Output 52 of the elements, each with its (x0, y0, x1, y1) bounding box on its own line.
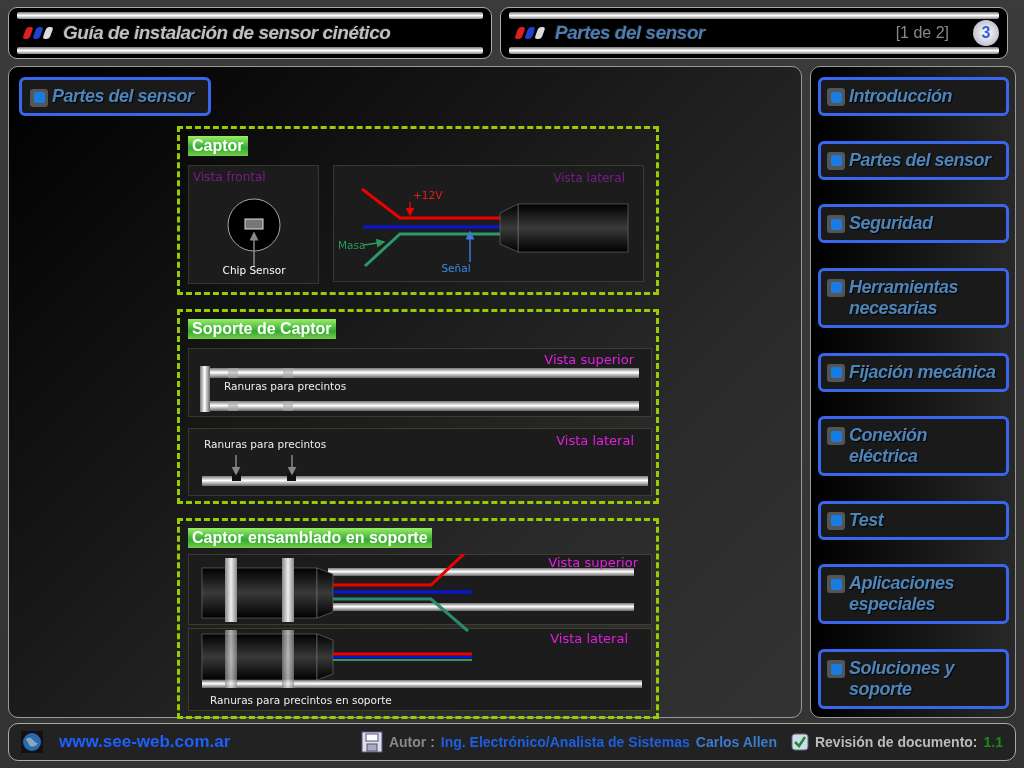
stripes-icon (513, 26, 547, 40)
view-label: Vista superior (548, 555, 638, 570)
square-icon (827, 363, 845, 382)
callout-label: Ranuras para precintos (224, 380, 347, 392)
sidebar-item[interactable]: Aplicaciones especiales (818, 564, 1009, 625)
slide-title: Partes del sensor (555, 20, 705, 45)
wire-label: +12V (413, 189, 443, 201)
stripes-icon (21, 26, 55, 40)
diagram-title: Soporte de Captor (188, 319, 336, 339)
wire-label: Señal (441, 262, 471, 274)
sidebar-item[interactable]: Fijación mecánica (818, 352, 1009, 392)
author-label: Autor : (388, 732, 435, 752)
author-name: Carlos Allen (695, 732, 777, 752)
square-icon (827, 427, 845, 446)
view-label: Vista lateral (550, 631, 628, 646)
checkmark-icon (790, 733, 809, 751)
square-icon (827, 278, 845, 297)
revision-label: Revisión de documento: (814, 732, 978, 752)
view-label: Vista lateral (556, 433, 634, 448)
sidebar-item[interactable]: Soluciones y soporte (818, 649, 1009, 709)
square-icon (827, 88, 845, 106)
view-label: Vista superior (544, 352, 634, 367)
callout-label: Ranuras para precintos (204, 438, 327, 450)
floppy-icon (360, 731, 383, 753)
square-icon (30, 88, 48, 107)
revision-number: 1.1 (983, 732, 1003, 752)
square-icon (827, 511, 845, 530)
page-indicator: [1 de 2] (895, 23, 949, 43)
slide-number: 3 (973, 20, 999, 46)
callout-label: Ranuras para precintos en soporte (210, 694, 392, 706)
view-label: Vista frontal (193, 170, 266, 184)
view-label: Vista lateral (553, 171, 625, 185)
sensor-front-drawing (227, 198, 281, 267)
sidebar-item[interactable]: Seguridad (818, 204, 1009, 244)
diagram-title: Captor ensamblado en soporte (188, 528, 432, 548)
diagram-title: Captor (188, 136, 248, 156)
square-icon (827, 660, 845, 678)
document-title: Guía de instalación de sensor cinético (63, 20, 391, 45)
sidebar-item[interactable]: Test (818, 500, 1009, 540)
sidebar-item[interactable]: Conexión eléctrica (818, 416, 1009, 477)
sidebar-item[interactable]: Introducción (818, 77, 1009, 116)
square-icon (827, 151, 845, 170)
globe-icon (21, 731, 43, 753)
sidebar-item[interactable]: Herramientas necesarias (818, 267, 1009, 328)
square-icon (827, 215, 845, 234)
callout-label: Chip Sensor (222, 264, 286, 276)
author-role: Ing. Electrónico/Analista de Sistemas (440, 732, 690, 752)
website-link[interactable]: www.see-web.com.ar (59, 729, 231, 755)
square-icon (827, 575, 845, 594)
sidebar-item[interactable]: Partes del sensor (818, 140, 1009, 180)
section-button[interactable]: Partes del sensor (19, 77, 211, 116)
wire-label: Masa (338, 239, 366, 251)
